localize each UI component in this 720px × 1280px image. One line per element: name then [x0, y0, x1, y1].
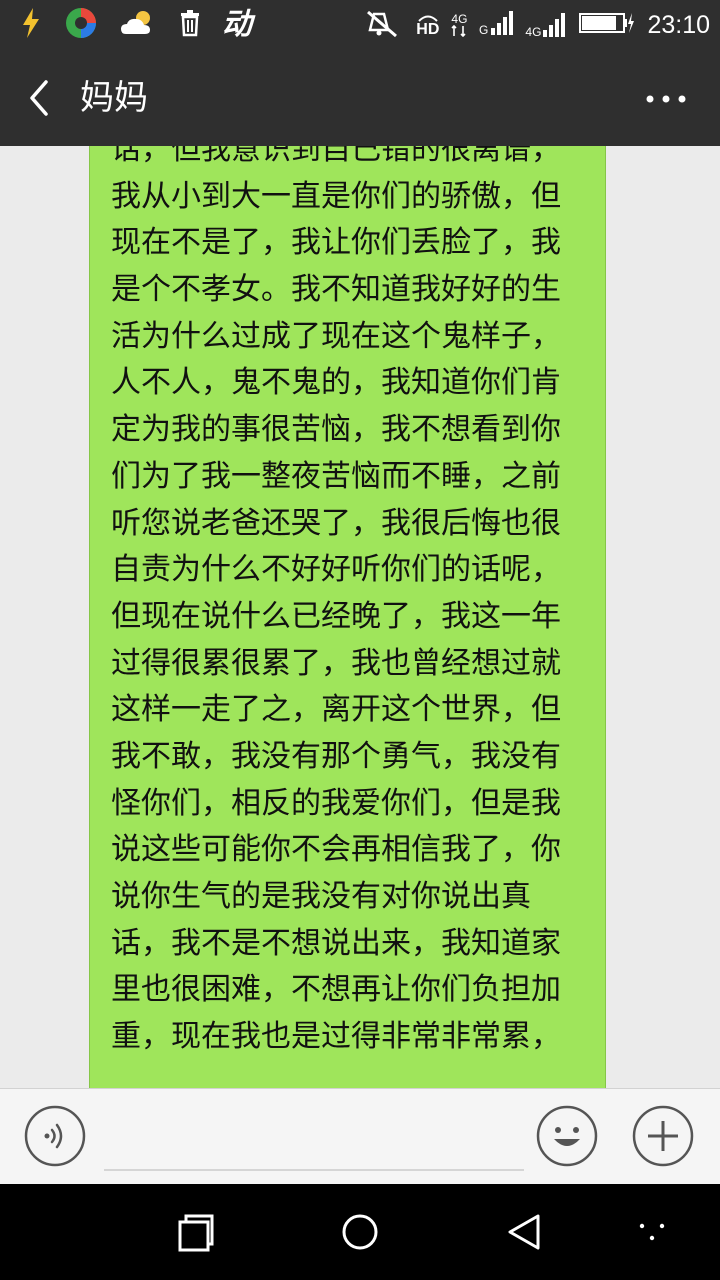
- emoji-icon: [536, 1105, 598, 1167]
- message-line: 怪你们，相反的我爱你们，但是我: [111, 785, 561, 821]
- status-left-icons: 动: [18, 0, 252, 50]
- network-type-4g: 4G: [451, 12, 468, 26]
- message-line: 定为我的事很苦恼，我不想看到你: [111, 412, 561, 448]
- message-line: 里也很困难，不想再让你们负担加: [111, 972, 561, 1008]
- message-input[interactable]: [104, 1109, 524, 1171]
- nav-back-button[interactable]: [500, 1208, 548, 1256]
- recent-apps-button[interactable]: [172, 1208, 220, 1256]
- plus-icon: [632, 1105, 694, 1167]
- back-icon: [508, 1214, 540, 1250]
- sent-message-bubble[interactable]: 话，但我意识到自己错的很离谱， 我从小到大一直是你们的骄傲，但 现在不是了，我让你们…: [89, 146, 606, 1088]
- recent-apps-icon: [178, 1214, 214, 1252]
- message-line: 是个不孝女。我不知道我好好的生: [111, 272, 561, 308]
- voice-icon: [24, 1105, 86, 1167]
- chat-title: 妈妈: [80, 78, 148, 118]
- message-line: 重，现在我也是过得非常非常累，: [111, 1019, 561, 1055]
- signal-2-icon: 4G: [525, 12, 567, 38]
- emoji-button[interactable]: [536, 1105, 598, 1167]
- menu-icon: [639, 1223, 665, 1241]
- message-line: 话，但我意识到自己错的很离谱，: [111, 146, 561, 167]
- message-line: 话，我不是不想说出来，我知道家: [111, 925, 561, 961]
- message-line: 我从小到大一直是你们的骄傲，但: [111, 178, 561, 214]
- status-bar: 动 HD 4G G 4G 23:10: [0, 0, 720, 50]
- network-type-4g-2: 4G: [525, 25, 542, 39]
- message-line: 过得很累很累了，我也曾经想过就: [111, 645, 561, 681]
- message-line: 人不人，鬼不鬼的，我知道你们肯: [111, 365, 561, 401]
- dong-icon: 动: [222, 7, 252, 42]
- message-line: 活为什么过成了现在这个鬼样子，: [111, 318, 561, 354]
- status-time: 23:10: [647, 10, 710, 39]
- home-button[interactable]: [336, 1208, 384, 1256]
- back-arrow-icon: [30, 80, 48, 116]
- message-line: 这样一走了之，离开这个世界，但: [111, 692, 561, 728]
- menu-button[interactable]: [628, 1208, 676, 1256]
- chat-header: 妈妈: [0, 50, 720, 146]
- message-text: 话，但我意识到自己错的很离谱， 我从小到大一直是你们的骄傲，但 现在不是了，我让你们…: [111, 146, 591, 1061]
- system-nav-bar: [0, 1184, 720, 1280]
- more-functions-button[interactable]: [632, 1105, 694, 1167]
- hd-icon: HD: [416, 12, 439, 38]
- chat-input-bar: [0, 1088, 720, 1184]
- message-line: 自责为什么不好好听你们的话呢，: [111, 552, 561, 588]
- status-right-icons: HD 4G G 4G 23:10: [364, 0, 710, 50]
- mute-icon: [364, 8, 404, 42]
- battery-icon: [579, 11, 635, 39]
- message-line: 但现在说什么已经晚了，我这一年: [111, 598, 561, 634]
- trash-icon: [178, 8, 202, 42]
- signal-1-icon: G: [479, 10, 514, 40]
- message-line: 说这些可能你不会再相信我了，你: [111, 832, 561, 868]
- message-line: 说你生气的是我没有对你说出真: [111, 879, 531, 914]
- voice-button[interactable]: [24, 1105, 86, 1167]
- message-line: 现在不是了，我让你们丢脸了，我: [111, 225, 561, 261]
- back-button[interactable]: [20, 76, 60, 120]
- chat-message-list[interactable]: 话，但我意识到自己错的很离谱， 我从小到大一直是你们的骄傲，但 现在不是了，我让你们…: [0, 146, 720, 1088]
- home-icon: [342, 1214, 378, 1250]
- svg-text:G: G: [479, 23, 488, 36]
- more-button[interactable]: [642, 84, 690, 114]
- message-line: 我不敢，我没有那个勇气，我没有: [111, 738, 561, 774]
- message-line: 听您说老爸还哭了，我很后悔也很: [111, 505, 561, 541]
- flash-icon: [18, 6, 44, 44]
- weather-icon: [118, 6, 158, 44]
- network-type-label: 4G: [451, 13, 467, 37]
- app-icon: [64, 6, 98, 44]
- message-line: 们为了我一整夜苦恼而不睡，之前: [111, 458, 561, 494]
- more-icon: [646, 95, 686, 103]
